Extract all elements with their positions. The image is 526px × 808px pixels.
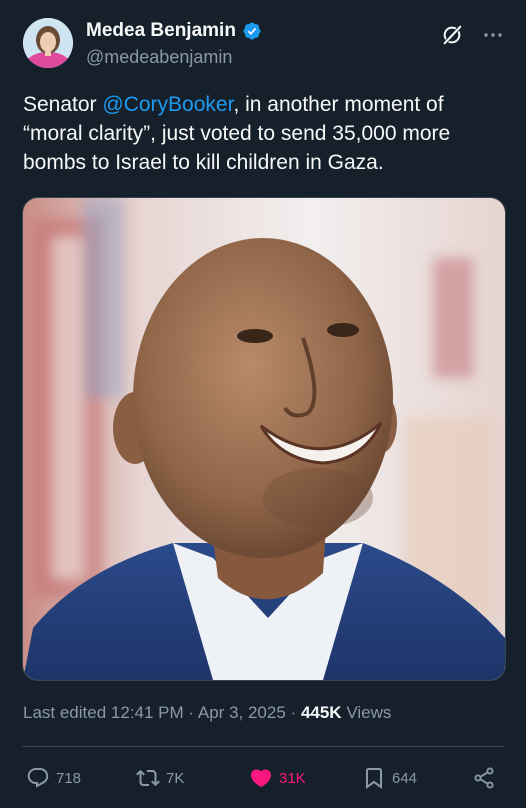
tweet: Medea Benjamin @medeabenjamin Senator @C… xyxy=(0,0,526,808)
bookmark-count: 644 xyxy=(392,769,418,787)
tweet-date[interactable]: Apr 3, 2025 xyxy=(198,703,286,722)
tweet-text-prefix: Senator xyxy=(23,93,103,116)
bookmark-icon xyxy=(366,768,382,789)
action-bar: 718 7K 31K 644 xyxy=(0,760,526,800)
bookmark-button[interactable]: 644 xyxy=(362,760,417,796)
edited-label[interactable]: Last edited xyxy=(23,703,106,722)
tweet-text: Senator @CoryBooker, in another moment o… xyxy=(23,90,508,177)
repost-icon xyxy=(136,769,160,787)
tweet-photo[interactable] xyxy=(22,197,506,681)
like-icon xyxy=(250,769,272,788)
tweet-time[interactable]: 12:41 PM xyxy=(111,703,184,722)
reply-icon xyxy=(27,768,49,788)
repost-count: 7K xyxy=(166,769,185,787)
views-count: 445K xyxy=(300,703,342,722)
share-icon xyxy=(474,767,494,789)
avatar[interactable] xyxy=(23,18,73,68)
reply-button[interactable]: 718 xyxy=(26,760,81,796)
like-count: 31K xyxy=(279,769,306,787)
display-name[interactable]: Medea Benjamin xyxy=(86,20,262,42)
grok-icon[interactable] xyxy=(441,24,463,46)
repost-button[interactable]: 7K xyxy=(136,760,184,796)
display-name-text[interactable]: Medea Benjamin xyxy=(86,20,236,42)
user-handle[interactable]: @medeabenjamin xyxy=(86,47,232,68)
reply-count: 718 xyxy=(56,769,82,787)
verified-badge-icon xyxy=(242,21,262,41)
divider xyxy=(22,746,504,747)
mention-link[interactable]: @CoryBooker xyxy=(102,93,233,116)
meta-separator: · xyxy=(290,703,297,722)
tweet-meta: Last edited 12:41 PM · Apr 3, 2025 · 445… xyxy=(23,703,391,723)
share-button[interactable] xyxy=(472,760,496,796)
meta-separator: · xyxy=(188,703,195,722)
more-icon[interactable] xyxy=(482,26,504,44)
views-label: Views xyxy=(346,703,392,722)
like-button[interactable]: 31K xyxy=(249,760,306,796)
